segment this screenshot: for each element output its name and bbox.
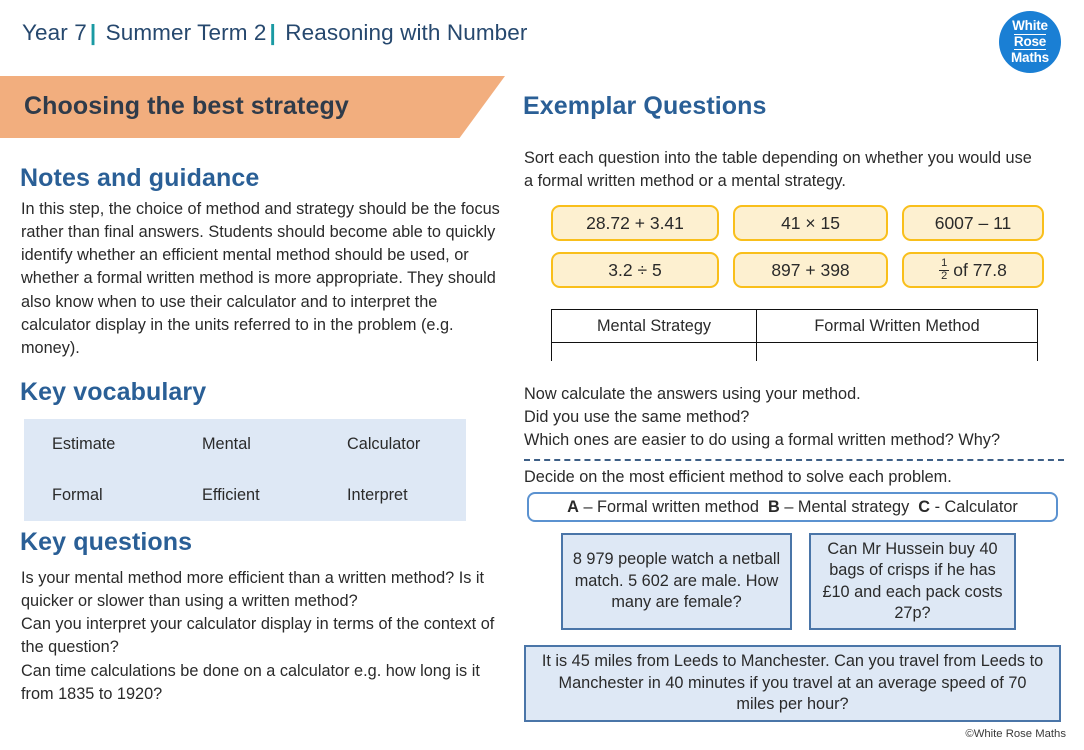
expression-card-grid: 28.72 + 3.41 41 × 15 6007 – 11 3.2 ÷ 5 8… xyxy=(551,205,1044,288)
breadcrumb-separator-2: | xyxy=(269,20,276,45)
sorting-table: Mental Strategy Formal Written Method xyxy=(551,309,1038,361)
vocabulary-word: Efficient xyxy=(202,486,260,504)
fraction-denominator: 2 xyxy=(941,269,948,282)
exemplar-questions-heading: Exemplar Questions xyxy=(523,92,767,120)
table-cell-formal-written-method[interactable] xyxy=(757,343,1037,361)
page-title: Choosing the best strategy xyxy=(24,92,349,120)
legend-label-a: – Formal written method xyxy=(583,497,759,516)
key-vocabulary-panel: Estimate Mental Calculator Formal Effici… xyxy=(24,419,466,521)
problem-text: It is 45 miles from Leeds to Manchester.… xyxy=(541,652,1044,714)
problem-text: 8 979 people watch a netball match. 5 60… xyxy=(572,550,781,612)
logo-line-maths: Maths xyxy=(1010,49,1049,65)
problem-card[interactable]: Can Mr Hussein buy 40 bags of crisps if … xyxy=(809,533,1016,630)
problem-card[interactable]: It is 45 miles from Leeds to Manchester.… xyxy=(524,645,1061,722)
expression-card[interactable]: 6007 – 11 xyxy=(902,205,1044,241)
expression-card[interactable]: 41 × 15 xyxy=(733,205,888,241)
table-header-row: Mental Strategy Formal Written Method xyxy=(552,310,1037,343)
expression-text: 28.72 + 3.41 xyxy=(586,212,684,233)
followup-line: Which ones are easier to do using a form… xyxy=(524,431,1001,450)
expression-text: 6007 – 11 xyxy=(934,212,1012,233)
expression-card[interactable]: 28.72 + 3.41 xyxy=(551,205,719,241)
vocabulary-word: Estimate xyxy=(52,435,116,453)
section-divider xyxy=(524,459,1064,461)
expression-card[interactable]: 3.2 ÷ 5 xyxy=(551,252,719,288)
followup-line: Did you use the same method? xyxy=(524,408,750,427)
legend-label-b: – Mental strategy xyxy=(784,497,910,516)
breadcrumb-separator-1: | xyxy=(89,20,97,45)
breadcrumb-year: Year 7 xyxy=(22,20,87,45)
breadcrumb: Year 7 | Summer Term 2 | Reasoning with Nu… xyxy=(22,20,528,46)
notes-and-guidance-heading: Notes and guidance xyxy=(20,164,260,192)
white-rose-maths-logo: White Rose Maths xyxy=(999,11,1061,73)
logo-line-white: White xyxy=(1012,18,1048,34)
legend-letter-a: A xyxy=(567,497,579,516)
breadcrumb-term: Summer Term 2 xyxy=(105,20,267,45)
problem-text: Can Mr Hussein buy 40 bags of crisps if … xyxy=(822,539,1003,623)
key-questions-heading: Key questions xyxy=(20,528,193,556)
method-legend: A – Formal written method B – Mental str… xyxy=(527,492,1058,522)
vocabulary-word: Calculator xyxy=(347,435,421,453)
legend-label-c: - Calculator xyxy=(934,497,1018,516)
logo-line-rose: Rose xyxy=(1013,33,1047,51)
legend-letter-b: B xyxy=(768,497,780,516)
fraction-numerator: 1 xyxy=(939,257,950,271)
followup-questions-text: Now calculate the answers using your met… xyxy=(524,383,1064,452)
key-vocabulary-heading: Key vocabulary xyxy=(20,378,207,406)
vocabulary-word: Interpret xyxy=(347,486,408,504)
table-row[interactable] xyxy=(552,343,1037,361)
breadcrumb-unit: Reasoning with Number xyxy=(285,20,528,45)
notes-and-guidance-text: In this step, the choice of method and s… xyxy=(21,200,500,357)
expression-card[interactable]: 1 2 of 77.8 xyxy=(902,252,1044,288)
expression-text: 3.2 ÷ 5 xyxy=(608,259,662,280)
legend-letter-c: C xyxy=(918,497,931,516)
page-header: Year 7 | Summer Term 2 | Reasoning with Nu… xyxy=(0,0,1084,73)
copyright-notice: ©White Rose Maths xyxy=(965,728,1066,740)
column-header-mental-strategy: Mental Strategy xyxy=(552,310,757,342)
sort-instruction-text: Sort each question into the table depend… xyxy=(524,149,1032,191)
expression-text: 897 + 398 xyxy=(771,259,850,280)
decide-method-instruction: Decide on the most efficient method to s… xyxy=(524,468,952,486)
expression-text: 41 × 15 xyxy=(781,212,840,233)
followup-line: Now calculate the answers using your met… xyxy=(524,385,861,403)
vocabulary-word: Mental xyxy=(202,435,251,453)
problem-card[interactable]: 8 979 people watch a netball match. 5 60… xyxy=(561,533,792,630)
expression-card[interactable]: 897 + 398 xyxy=(733,252,888,288)
expression-text: of 77.8 xyxy=(953,259,1007,280)
fraction-one-half: 1 2 xyxy=(939,257,950,282)
column-header-formal-written-method: Formal Written Method xyxy=(814,316,980,335)
vocabulary-word: Formal xyxy=(52,486,103,504)
key-questions-text: Is your mental method more efficient tha… xyxy=(21,569,495,703)
table-cell-mental-strategy[interactable] xyxy=(552,343,757,361)
